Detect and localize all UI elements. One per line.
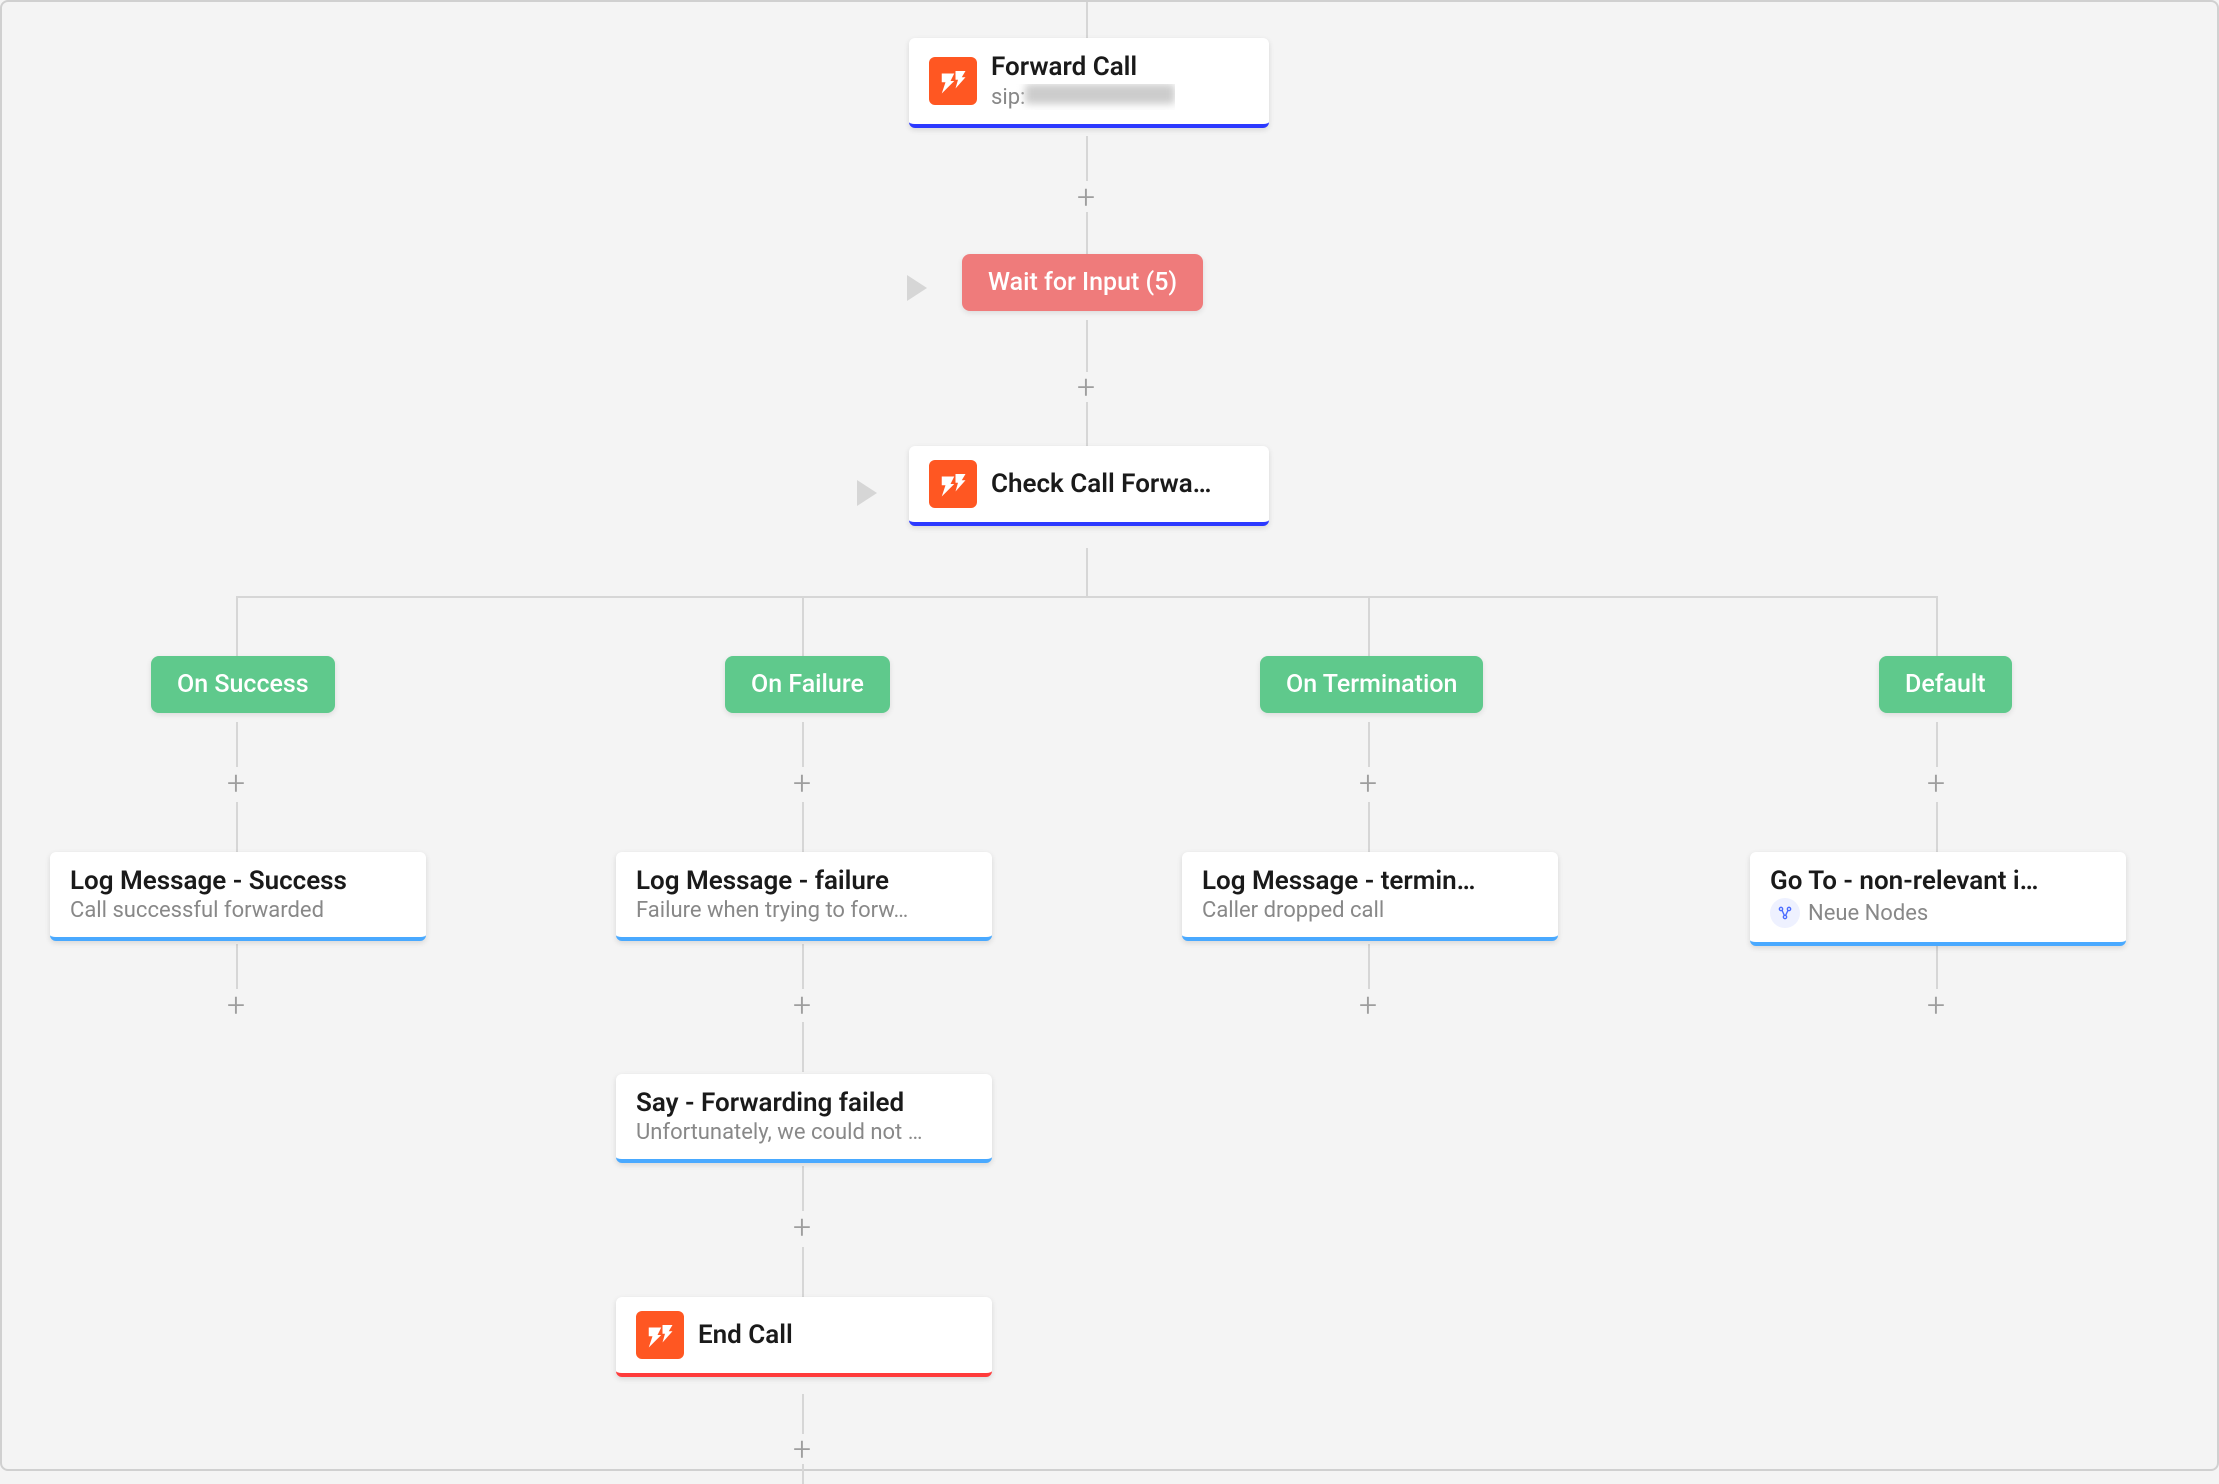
connector <box>1086 212 1088 254</box>
connector <box>1086 402 1088 446</box>
node-say-forwarding-failed[interactable]: Say - Forwarding failed Unfortunately, w… <box>616 1074 992 1163</box>
node-title: Forward Call <box>991 52 1175 82</box>
add-node-button[interactable]: + <box>1921 768 1951 798</box>
add-node-button[interactable]: + <box>787 990 817 1020</box>
connector <box>1086 320 1088 372</box>
add-node-button[interactable]: + <box>221 768 251 798</box>
node-log-termination[interactable]: Log Message - termin… Caller dropped cal… <box>1182 852 1558 941</box>
add-node-button[interactable]: + <box>221 990 251 1020</box>
connector <box>236 802 238 852</box>
node-title: Check Call Forwa… <box>991 469 1211 499</box>
node-forward-call[interactable]: Forward Call sip:██████████ <box>909 38 1269 128</box>
expand-toggle-icon[interactable] <box>857 480 877 506</box>
node-subtitle-row: Neue Nodes <box>1770 898 2106 928</box>
add-node-button[interactable]: + <box>1071 182 1101 212</box>
add-node-button[interactable]: + <box>1071 372 1101 402</box>
node-subtitle: sip:██████████ <box>991 84 1175 110</box>
node-log-success[interactable]: Log Message - Success Call successful fo… <box>50 852 426 941</box>
connector <box>802 596 804 656</box>
connector <box>1368 944 1370 989</box>
node-subtitle: Call successful forwarded <box>70 898 406 923</box>
connector <box>802 802 804 852</box>
connector <box>802 944 804 989</box>
expand-toggle-icon[interactable] <box>907 275 927 301</box>
node-subtitle: Neue Nodes <box>1808 901 1928 926</box>
add-node-button[interactable]: + <box>787 1212 817 1242</box>
connector <box>1368 596 1370 656</box>
chip-label: Wait for Input (5) <box>988 268 1177 297</box>
node-title: End Call <box>698 1320 793 1350</box>
node-title: Log Message - failure <box>636 866 972 896</box>
connector <box>1936 596 1938 656</box>
connector <box>236 596 1936 598</box>
connector <box>1086 136 1088 181</box>
connector <box>1368 802 1370 852</box>
chip-label: Default <box>1905 670 1986 699</box>
voice-gateway-icon <box>929 57 977 105</box>
chip-label: On Success <box>177 670 309 699</box>
node-end-call[interactable]: End Call <box>616 1297 992 1377</box>
connector <box>802 1166 804 1211</box>
add-node-button[interactable]: + <box>787 1434 817 1464</box>
connector <box>1368 722 1370 767</box>
node-title: Go To - non-relevant i… <box>1770 866 2106 896</box>
connector <box>802 1022 804 1072</box>
voice-gateway-icon <box>636 1311 684 1359</box>
node-subtitle: Caller dropped call <box>1202 898 1538 923</box>
flow-canvas[interactable]: + + + + + + + + + + + + Forward Call sip… <box>2 2 2217 1469</box>
node-check-call-forward[interactable]: Check Call Forwa… <box>909 446 1269 526</box>
node-goto-nonrelevant[interactable]: Go To - non-relevant i… Neue Nodes <box>1750 852 2126 946</box>
voice-gateway-icon <box>929 460 977 508</box>
connector <box>802 1394 804 1434</box>
add-node-button[interactable]: + <box>1353 768 1383 798</box>
node-subtitle: Unfortunately, we could not … <box>636 1120 972 1145</box>
connector <box>236 944 238 989</box>
connector <box>1936 944 1938 989</box>
node-wait-for-input[interactable]: Wait for Input (5) <box>962 254 1203 311</box>
node-title: Log Message - termin… <box>1202 866 1538 896</box>
add-node-button[interactable]: + <box>1921 990 1951 1020</box>
branch-on-success[interactable]: On Success <box>151 656 335 713</box>
connector <box>802 1247 804 1297</box>
connector <box>1936 722 1938 767</box>
node-title: Say - Forwarding failed <box>636 1088 972 1118</box>
connector <box>1936 802 1938 852</box>
connector <box>236 596 238 656</box>
connector <box>236 722 238 767</box>
chip-label: On Termination <box>1286 670 1457 699</box>
connector <box>1086 548 1088 596</box>
add-node-button[interactable]: + <box>1353 990 1383 1020</box>
add-node-button[interactable]: + <box>787 768 817 798</box>
node-log-failure[interactable]: Log Message - failure Failure when tryin… <box>616 852 992 941</box>
chip-label: On Failure <box>751 670 864 699</box>
node-title: Log Message - Success <box>70 866 406 896</box>
connector <box>1086 2 1088 38</box>
flow-icon <box>1770 898 1800 928</box>
connector <box>802 722 804 767</box>
node-subtitle: Failure when trying to forw… <box>636 898 972 923</box>
branch-on-termination[interactable]: On Termination <box>1260 656 1483 713</box>
branch-on-failure[interactable]: On Failure <box>725 656 890 713</box>
branch-default[interactable]: Default <box>1879 656 2012 713</box>
